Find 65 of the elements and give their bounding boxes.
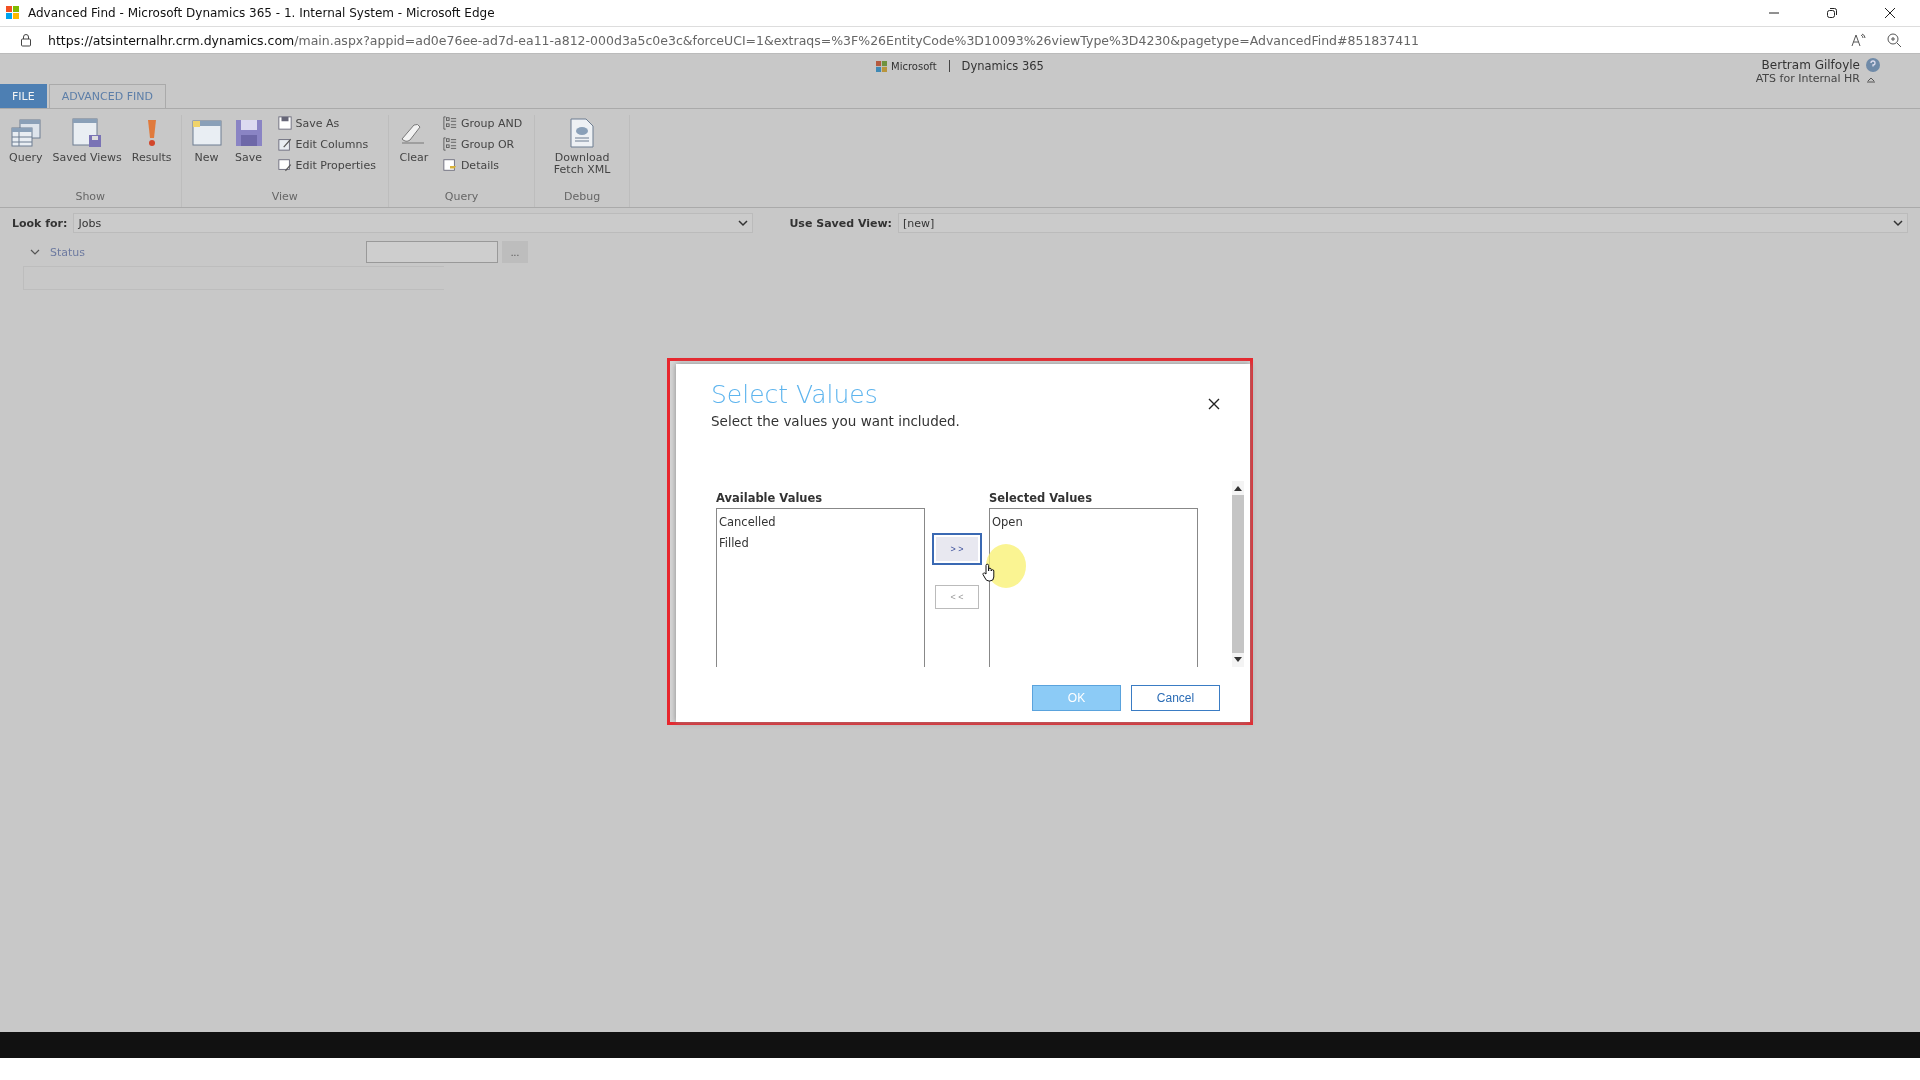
group-label: Query [444, 190, 479, 205]
url-text[interactable]: https://atsinternalhr.crm.dynamics.com/main.aspx?appid=ad0e76ee-ad7d-ea11-a812-000d3a5c0e3c&forceUCI=1&extraqs=%3F%26EntityCode%3D10093%26viewType%3D4230&pagetype=AdvancedFind#851837411 [48, 32, 1420, 48]
zoom-icon[interactable] [1886, 32, 1902, 48]
dialog-subtitle: Select the values you want included. [711, 413, 960, 429]
exclamation-icon [146, 120, 157, 146]
brand-name: Microsoft [891, 60, 937, 72]
window-title: Advanced Find - Microsoft Dynamics 365 - 1. Internal System - Microsoft Edge [28, 6, 495, 20]
list-label: Available Values [716, 491, 824, 505]
lock-icon [20, 33, 32, 47]
ribbon-button[interactable]: Download Fetch XML [539, 115, 626, 190]
close-icon[interactable] [1884, 7, 1896, 19]
ribbon-button[interactable]: Details [440, 157, 525, 173]
group-label: View [271, 190, 298, 205]
details-icon [442, 158, 457, 172]
entity-dropdown[interactable]: Jobs [73, 213, 754, 233]
value-field[interactable] [366, 241, 498, 263]
org-name: ATS for Internal HR [1755, 72, 1860, 85]
window-floppy-icon [71, 117, 104, 149]
file-tab[interactable]: FILE [0, 84, 47, 108]
saved-view-dropdown[interactable]: [new] [898, 213, 1908, 233]
group-label: Debug [564, 190, 601, 205]
list-bracket-icon [442, 137, 457, 151]
ribbon-button[interactable]: Group AND [440, 115, 525, 131]
cancel-button[interactable]: Cancel [1131, 685, 1220, 711]
available-list[interactable]: Cancelled Filled [716, 508, 925, 667]
ribbon-button[interactable]: New [185, 115, 228, 190]
list-bracket-icon [442, 116, 457, 130]
browse-button[interactable]: ... [502, 241, 528, 263]
document-icon [190, 117, 223, 149]
ribbon-button[interactable]: Save As [275, 115, 378, 131]
list-option[interactable]: Filled [719, 533, 922, 554]
scrollbar[interactable] [1232, 481, 1244, 667]
hand-cursor-icon [982, 563, 996, 583]
restore-icon[interactable] [1826, 7, 1838, 19]
ribbon-button[interactable]: Save [227, 115, 270, 190]
scroll-up-icon[interactable] [1234, 485, 1242, 491]
ribbon-button[interactable]: Group OR [440, 136, 525, 152]
pencil-icon [277, 137, 292, 151]
chevron-down-icon [738, 218, 749, 228]
read-aloud-icon[interactable] [1850, 32, 1866, 48]
list-option[interactable]: Cancelled [719, 512, 922, 533]
app-name: Dynamics 365 [961, 59, 1044, 73]
ribbon-button[interactable]: Edit Properties [275, 157, 378, 173]
windows-logo-icon [6, 6, 20, 20]
ribbon-button[interactable]: Edit Columns [275, 136, 378, 152]
dialog-title: Select Values [711, 380, 879, 409]
saved-view-label: Use Saved View: [789, 216, 892, 230]
chevron-down-icon[interactable] [30, 247, 40, 257]
table-icon [9, 117, 42, 149]
scroll-down-icon[interactable] [1234, 657, 1242, 663]
ribbon-button[interactable]: Query [4, 115, 48, 190]
microsoft-logo-icon [876, 60, 888, 72]
list-option[interactable]: Open [992, 512, 1195, 533]
group-label: Show [75, 190, 106, 205]
ribbon-button[interactable]: Saved Views [47, 115, 127, 190]
list-label: Selected Values [989, 491, 1093, 505]
ribbon-button[interactable]: Clear [392, 115, 435, 190]
ribbon-button[interactable]: Results [126, 115, 177, 190]
look-for-label: Look for: [12, 216, 68, 230]
chevron-down-icon [1893, 218, 1903, 228]
user-name[interactable]: Bertram Gilfoyle [1761, 58, 1860, 72]
close-icon[interactable] [1208, 398, 1220, 410]
help-icon[interactable] [1866, 58, 1880, 72]
add-button[interactable]: > > [932, 533, 982, 565]
edit-page-icon [277, 158, 292, 172]
